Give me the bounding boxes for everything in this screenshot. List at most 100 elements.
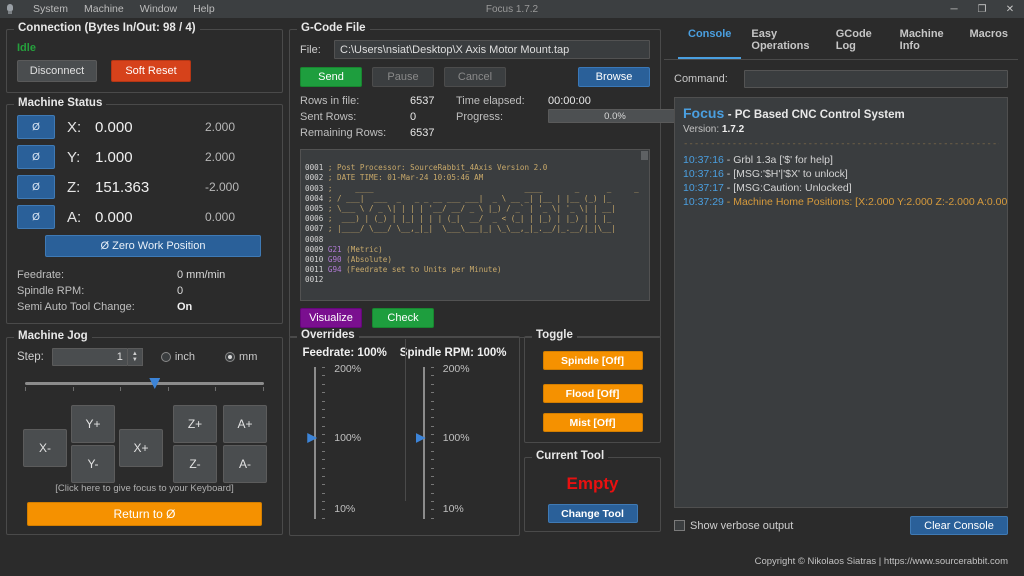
console-output[interactable]: Focus - PC Based CNC Control System Vers… (674, 97, 1008, 508)
menu-item-system[interactable]: System (25, 1, 76, 17)
verbose-label: Show verbose output (690, 520, 793, 532)
gcode-line-num: 0002 (305, 173, 323, 182)
unit-radio-inch[interactable]: inch (161, 351, 195, 363)
browse-button[interactable]: Browse (578, 67, 650, 87)
menu-item-window[interactable]: Window (132, 1, 185, 17)
pause-button[interactable]: Pause (372, 67, 434, 87)
spindle-toggle-button[interactable]: Spindle [Off] (543, 351, 643, 370)
zero-a-button[interactable]: Ø (17, 205, 55, 229)
step-slider[interactable] (25, 382, 264, 385)
gcode-line-num: 0007 (305, 224, 323, 233)
machine-jog-legend: Machine Jog (14, 330, 92, 342)
gcode-line-code: G21 (328, 245, 342, 254)
radio-mm-icon[interactable] (225, 352, 235, 362)
soft-reset-button[interactable]: Soft Reset (111, 60, 191, 82)
axis-label-a: A: (67, 209, 95, 226)
file-path-input[interactable]: C:\Users\nsiat\Desktop\X Axis Motor Moun… (334, 40, 650, 59)
keyboard-focus-hint[interactable]: [Click here to give focus to your Keyboa… (17, 483, 272, 494)
time-elapsed-value: 00:00:00 (548, 95, 591, 107)
axis-machine-x: 2.000 (205, 120, 235, 134)
check-button[interactable]: Check (372, 308, 434, 328)
feedrate-value: 0 mm/min (177, 269, 225, 281)
spinner-down-icon[interactable]: ▼ (132, 357, 138, 363)
gcode-line-comment: ; \___ \ / _ \| | | | '__/ __/ _ \ |_) /… (328, 204, 616, 213)
jog-x-minus-button[interactable]: X- (23, 429, 67, 467)
flood-toggle-button[interactable]: Flood [Off] (543, 384, 643, 403)
connection-legend: Connection (Bytes In/Out: 98 / 4) (14, 22, 200, 34)
feedrate-slider[interactable]: 200% 100% 10% (300, 363, 400, 523)
feedrate-label: Feedrate: (17, 269, 177, 281)
step-label: Step: (17, 351, 44, 363)
axis-row-y: Ø Y: 1.000 2.000 (17, 145, 272, 169)
feedrate-scale-bottom: 10% (334, 503, 355, 515)
command-input[interactable] (744, 70, 1008, 88)
zero-work-position-button[interactable]: Ø Zero Work Position (45, 235, 261, 257)
zero-x-button[interactable]: Ø (17, 115, 55, 139)
gcode-line-comment: ; ___) | (_) | |_| | | | (_| __/ _ < (_|… (328, 214, 611, 223)
radio-inch-icon[interactable] (161, 352, 171, 362)
gcode-scrollbar[interactable] (641, 151, 648, 301)
jog-y-minus-button[interactable]: Y- (71, 445, 115, 483)
clear-console-button[interactable]: Clear Console (910, 516, 1008, 535)
spindle-slider[interactable]: 200% 100% 10% (409, 363, 509, 523)
change-tool-button[interactable]: Change Tool (548, 504, 638, 523)
spindle-slider-track[interactable] (423, 367, 425, 519)
cancel-button[interactable]: Cancel (444, 67, 506, 87)
unit-inch-label: inch (175, 351, 195, 363)
menu-bar: System Machine Window Help (25, 1, 223, 17)
gcode-line-comment: ; / ___| ___ _ _ _ __ ___ ___| _ \ __ _|… (328, 194, 611, 203)
spindle-override-title: Spindle RPM: 100% (400, 347, 507, 359)
gcode-scrollbar-thumb[interactable] (641, 151, 648, 160)
middle-column: G-Code File File: C:\Users\nsiat\Desktop… (289, 18, 661, 338)
console-version-value: 1.7.2 (722, 124, 744, 135)
progress-label: Progress: (456, 111, 503, 123)
menu-item-help[interactable]: Help (185, 1, 223, 17)
verbose-checkbox[interactable] (674, 520, 685, 531)
mist-toggle-button[interactable]: Mist [Off] (543, 413, 643, 432)
zero-y-button[interactable]: Ø (17, 145, 55, 169)
maximize-icon[interactable]: ❐ (968, 0, 996, 18)
feedrate-scale-top: 200% (334, 363, 361, 375)
visualize-button[interactable]: Visualize (300, 308, 362, 328)
spindle-scale-top: 200% (443, 363, 470, 375)
workspace: Connection (Bytes In/Out: 98 / 4) Idle D… (0, 18, 1024, 576)
step-input[interactable]: 1 (52, 348, 128, 366)
disconnect-button[interactable]: Disconnect (17, 60, 97, 82)
minimize-icon[interactable]: ─ (940, 0, 968, 18)
tool-change-label: Semi Auto Tool Change: (17, 301, 177, 313)
zero-z-button[interactable]: Ø (17, 175, 55, 199)
menu-item-machine[interactable]: Machine (76, 1, 132, 17)
tab-machine-info[interactable]: Machine Info (890, 22, 960, 59)
console-banner: Focus - PC Based CNC Control System (683, 105, 999, 121)
axis-row-a: Ø A: 0.000 0.000 (17, 205, 272, 229)
axis-machine-y: 2.000 (205, 150, 235, 164)
jog-a-plus-button[interactable]: A+ (223, 405, 267, 443)
gcode-line-comment: (Feedrate set to Units per Minute) (346, 265, 501, 274)
return-to-zero-button[interactable]: Return to Ø (27, 502, 262, 526)
gcode-line-comment: ; DATE TIME: 01-Mar-24 10:05:46 AM (328, 173, 483, 182)
send-button[interactable]: Send (300, 67, 362, 87)
unit-radio-mm[interactable]: mm (225, 351, 257, 363)
spindle-scale-bottom: 10% (443, 503, 464, 515)
gcode-text-view[interactable]: 0001 ; Post Processor: SourceRabbit_4Axi… (300, 149, 650, 301)
tab-console[interactable]: Console (678, 22, 741, 59)
gcode-line-code: G94 (328, 265, 342, 274)
jog-z-minus-button[interactable]: Z- (173, 445, 217, 483)
jog-z-plus-button[interactable]: Z+ (173, 405, 217, 443)
jog-a-minus-button[interactable]: A- (223, 445, 267, 483)
connection-status: Idle (17, 42, 272, 54)
gcode-line-num: 0011 (305, 265, 323, 274)
command-label: Command: (674, 73, 736, 85)
gcode-line-num: 0010 (305, 255, 323, 264)
tab-easy-operations[interactable]: Easy Operations (741, 22, 825, 59)
jog-x-plus-button[interactable]: X+ (119, 429, 163, 467)
step-spinner[interactable]: ▲ ▼ (128, 348, 143, 366)
jog-y-plus-button[interactable]: Y+ (71, 405, 115, 443)
gcode-line-comment: ; ____ ____ _ _ _ _ (328, 184, 650, 193)
axis-work-z: 151.363 (95, 179, 205, 196)
tab-macros[interactable]: Macros (959, 22, 1018, 59)
axis-work-x: 0.000 (95, 119, 205, 136)
tab-gcode-log[interactable]: GCode Log (826, 22, 890, 59)
close-icon[interactable]: ✕ (996, 0, 1024, 18)
feedrate-slider-track[interactable] (314, 367, 316, 519)
